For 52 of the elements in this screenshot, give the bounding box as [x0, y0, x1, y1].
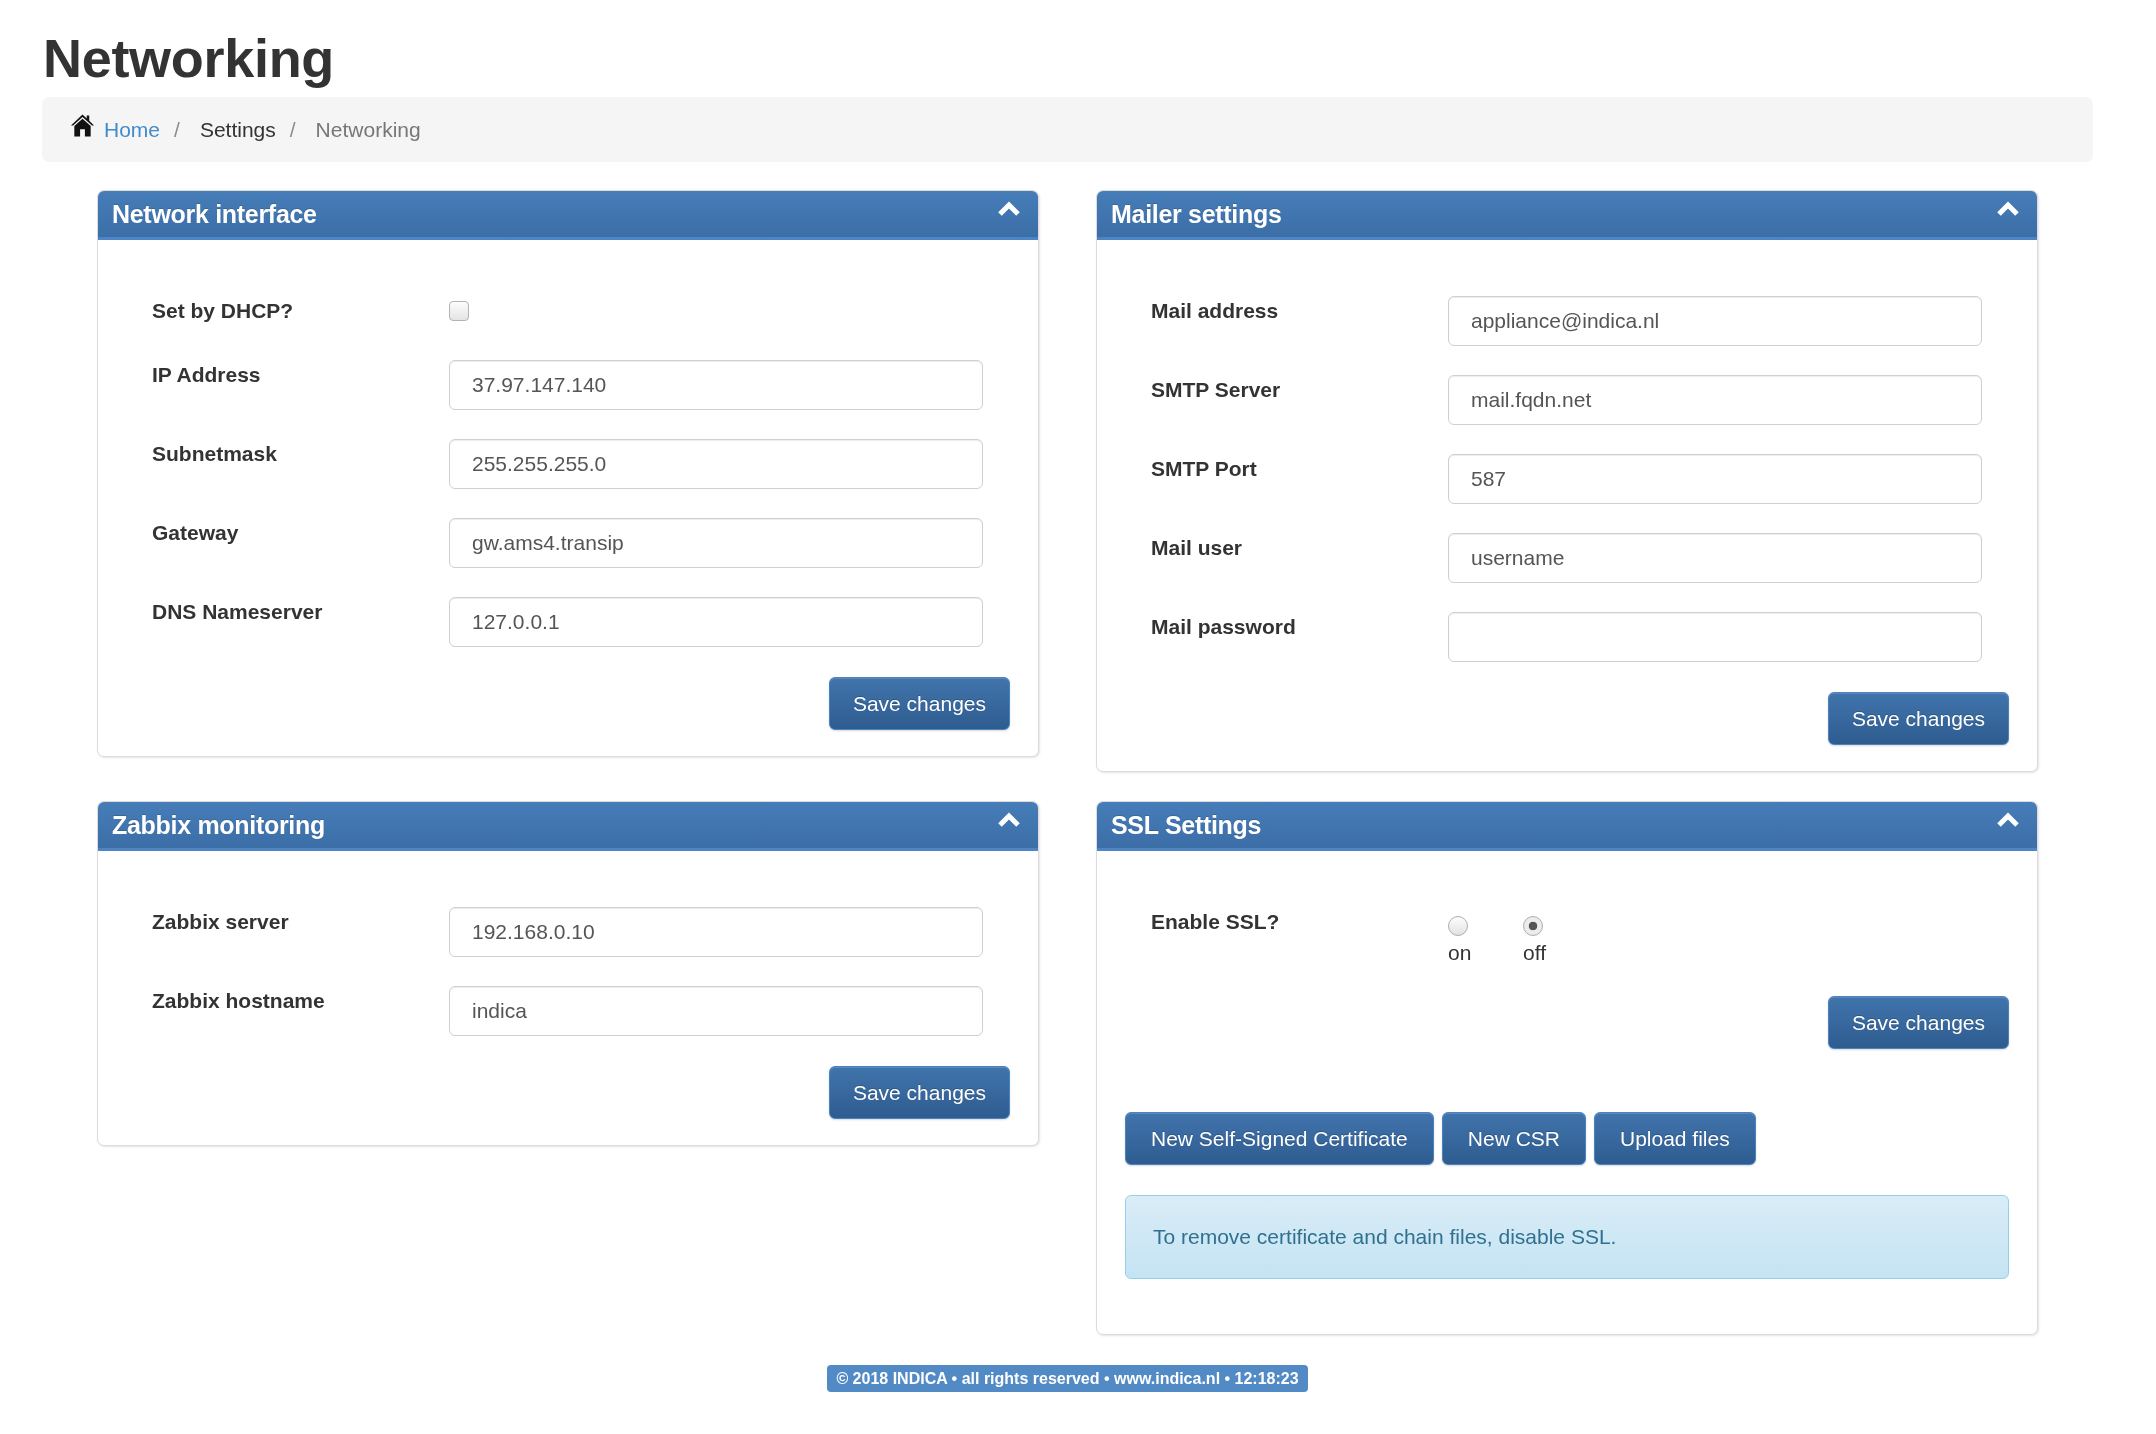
- field-label: Enable SSL?: [1151, 909, 1281, 935]
- breadcrumb-item: Settings: [199, 117, 276, 142]
- field-label: Gateway: [152, 520, 240, 546]
- text-field[interactable]: username: [1448, 533, 1982, 583]
- field-label: IP Address: [152, 362, 262, 388]
- text-field[interactable]: 255.255.255.0: [449, 439, 983, 489]
- field-label: DNS Nameserver: [152, 599, 324, 625]
- save-button[interactable]: Save changes: [1827, 996, 2009, 1049]
- text-field[interactable]: 192.168.0.10: [449, 907, 983, 957]
- radio-label: on: [1448, 940, 1472, 966]
- radio-button[interactable]: [1448, 916, 1468, 936]
- chevron-up-icon[interactable]: [997, 199, 1021, 216]
- text-field[interactable]: 127.0.0.1: [449, 597, 983, 647]
- panel-title: SSL Settings: [1110, 810, 1262, 841]
- text-field[interactable]: gw.ams4.transip: [449, 518, 983, 568]
- save-button[interactable]: Save changes: [828, 1066, 1010, 1119]
- chevron-up-icon[interactable]: [1996, 199, 2020, 216]
- breadcrumb-current: Networking: [315, 117, 421, 142]
- action-button[interactable]: Upload files: [1593, 1112, 1756, 1165]
- field-label: Subnetmask: [152, 441, 278, 467]
- text-field[interactable]: 587: [1448, 454, 1982, 504]
- breadcrumb-separator: /: [289, 117, 296, 142]
- text-field[interactable]: mail.fqdn.net: [1448, 375, 1982, 425]
- field-label: Zabbix server: [152, 909, 290, 935]
- footer-label: © 2018 INDICA • all rights reserved • www.indica.nl • 12:18:23: [827, 1365, 1308, 1392]
- save-button[interactable]: Save changes: [828, 677, 1010, 730]
- chevron-up-icon[interactable]: [997, 810, 1021, 827]
- panel-title: Network interface: [111, 199, 317, 230]
- field-label: SMTP Port: [1151, 456, 1258, 482]
- breadcrumb-separator: /: [174, 117, 180, 142]
- action-button[interactable]: New CSR: [1441, 1112, 1586, 1165]
- chevron-up-icon[interactable]: [1996, 810, 2020, 827]
- field-label: SMTP Server: [1151, 377, 1282, 403]
- home-icon: [70, 112, 95, 137]
- field-label: Mail user: [1151, 535, 1244, 561]
- field-label: Zabbix hostname: [152, 988, 326, 1014]
- text-field[interactable]: appliance@indica.nl: [1448, 296, 1982, 346]
- info-alert: To remove certificate and chain files, disable SSL.: [1125, 1195, 2009, 1279]
- panel-title: Mailer settings: [1110, 199, 1282, 230]
- field-label: Mail password: [1151, 614, 1297, 640]
- radio-label: off: [1523, 940, 1546, 966]
- action-button[interactable]: New Self-Signed Certificate: [1125, 1112, 1434, 1165]
- radio-button[interactable]: [1523, 916, 1543, 936]
- field-label: Set by DHCP?: [152, 298, 295, 324]
- text-field[interactable]: 37.97.147.140: [449, 360, 983, 410]
- save-button[interactable]: Save changes: [1827, 692, 2009, 745]
- text-field[interactable]: indica: [449, 986, 983, 1036]
- page-title: Networking: [43, 29, 336, 87]
- checkbox[interactable]: [449, 301, 469, 321]
- panel-title: Zabbix monitoring: [111, 810, 325, 841]
- password-field[interactable]: [1448, 612, 1982, 662]
- field-label: Mail address: [1151, 298, 1280, 324]
